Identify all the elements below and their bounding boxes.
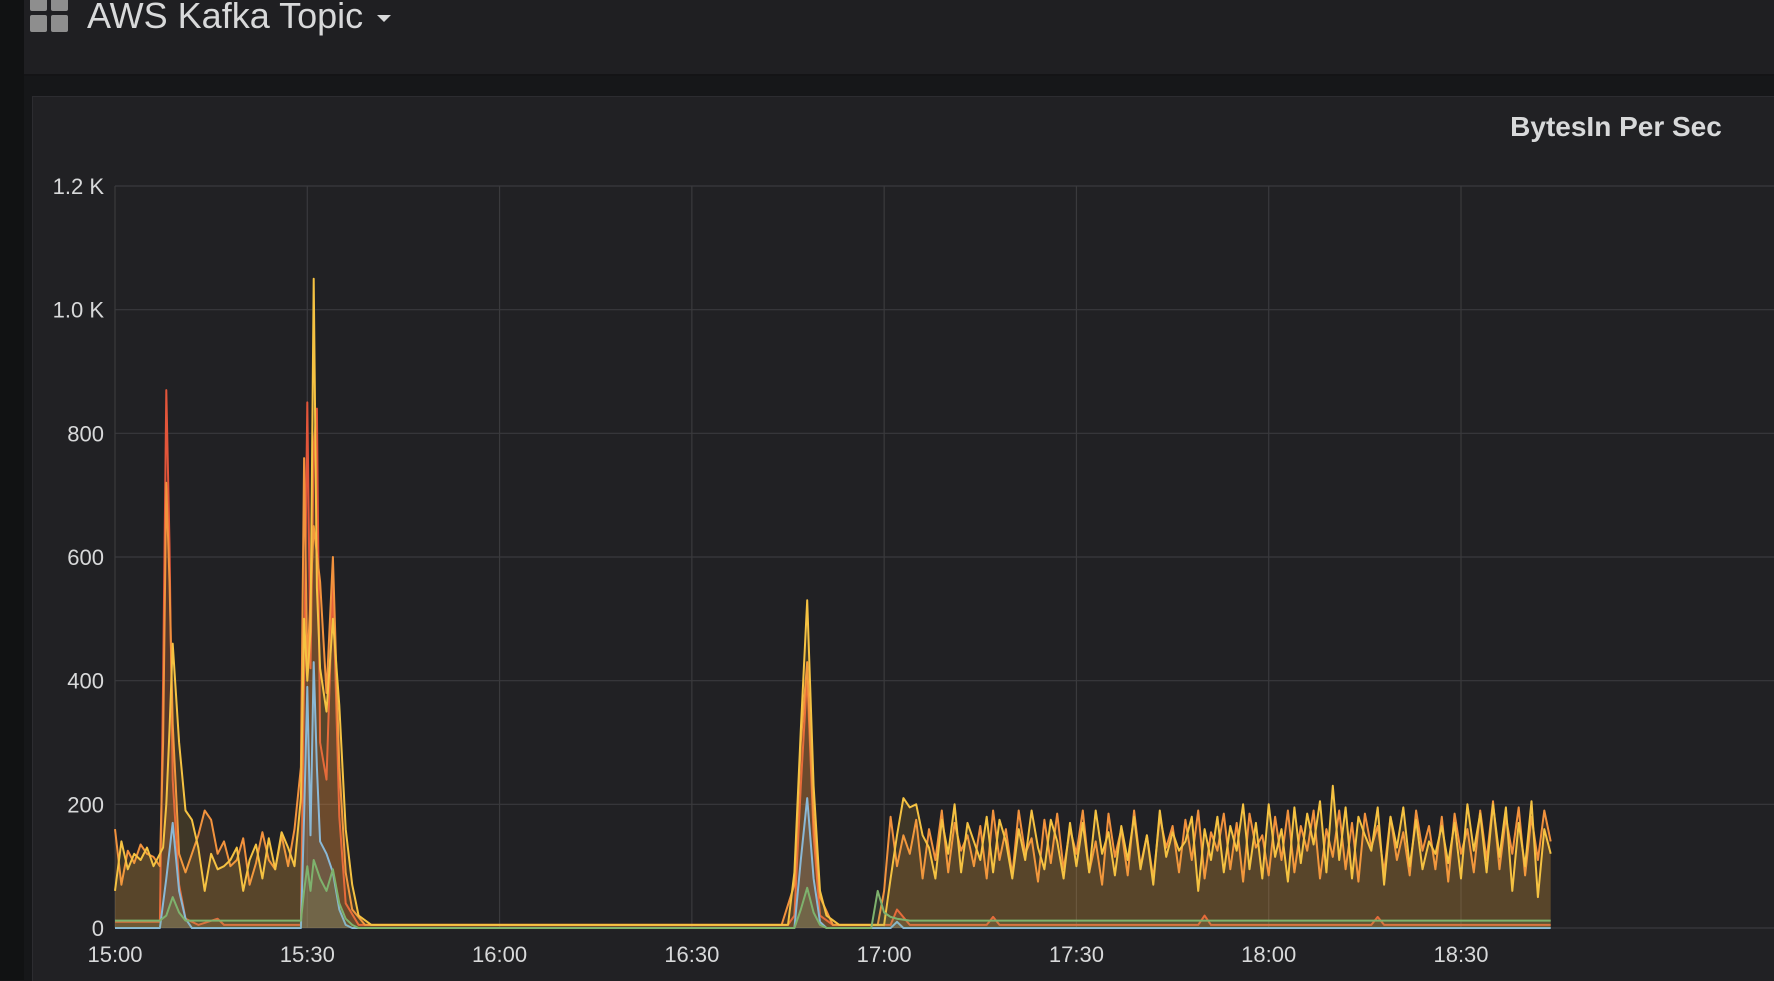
x-tick-label: 16:00 — [472, 942, 527, 967]
x-tick-label: 16:30 — [664, 942, 719, 967]
y-tick-label: 400 — [67, 669, 104, 694]
y-tick-label: 0 — [92, 916, 104, 941]
x-tick-label: 17:00 — [857, 942, 912, 967]
y-tick-label: 1.0 K — [53, 298, 105, 323]
x-tick-label: 17:30 — [1049, 942, 1104, 967]
x-tick-label: 15:00 — [87, 942, 142, 967]
x-tick-label: 15:30 — [280, 942, 335, 967]
series-group — [114, 277, 1552, 929]
y-tick-label: 200 — [67, 792, 104, 817]
bytesin-chart: 0 200 400 600 800 1.0 K 1.2 K 15:00 15:30 16:00 16… — [53, 174, 1774, 967]
y-tick-label: 800 — [67, 421, 104, 446]
y-tick-label: 1.2 K — [53, 174, 105, 199]
y-tick-label: 600 — [67, 545, 104, 570]
x-tick-label: 18:00 — [1241, 942, 1296, 967]
x-tick-label: 18:30 — [1433, 942, 1488, 967]
